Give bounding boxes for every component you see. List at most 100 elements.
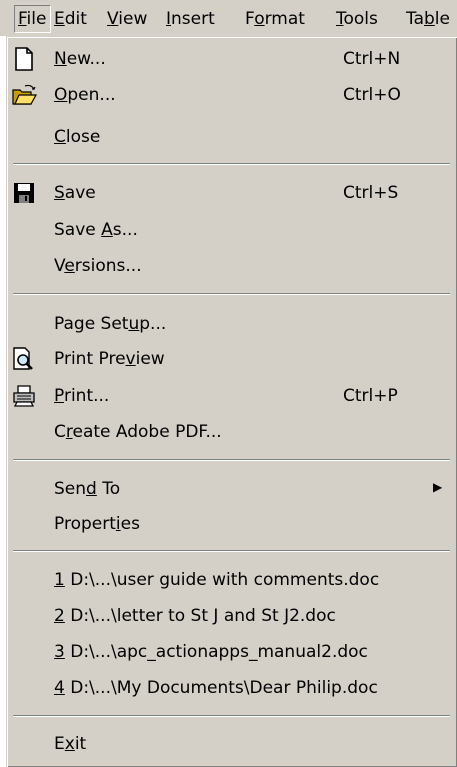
submenu-arrow-icon: ▶	[433, 480, 443, 494]
menu-separator	[13, 459, 450, 461]
floppy-disk-icon	[14, 183, 34, 203]
menu-mnemonic: E	[54, 9, 65, 29]
menu-item-save-as[interactable]: Save As...	[7, 213, 452, 247]
label-post: To	[96, 479, 121, 499]
label-mnemonic: u	[128, 314, 140, 334]
label-post: ave	[64, 183, 96, 203]
menu-format[interactable]: Format	[245, 9, 305, 29]
menu-mnemonic: b	[424, 9, 435, 29]
menu-item-versions[interactable]: Versions...	[7, 249, 452, 283]
menu-label-post: rmat	[264, 9, 305, 29]
new-document-icon	[15, 47, 33, 71]
label-mnemonic: C	[54, 127, 66, 147]
menu-item-label: 1 D:\...\user guide with comments.doc	[54, 570, 379, 590]
label-mnemonic: P	[54, 386, 64, 406]
label-post: D:\...\letter to St J and St J2.doc	[64, 606, 336, 626]
label-mnemonic: e	[64, 256, 75, 276]
menu-item-new[interactable]: New... Ctrl+N	[7, 42, 452, 76]
menu-separator	[13, 293, 450, 295]
menu-label-post: nsert	[171, 9, 215, 29]
label-mnemonic: x	[64, 734, 75, 754]
menu-item-open[interactable]: Open... Ctrl+O	[7, 78, 452, 112]
label-pre: V	[54, 256, 65, 276]
label-post: it	[74, 734, 87, 754]
label-mnemonic: r	[65, 422, 73, 442]
label-pre: Page Set	[54, 314, 129, 334]
label-post: pen...	[67, 85, 116, 105]
menu-item-label: 4 D:\...\My Documents\Dear Philip.doc	[54, 678, 378, 698]
menu-item-create-adobe-pdf[interactable]: Create Adobe PDF...	[7, 415, 452, 449]
menu-tools[interactable]: Tools	[336, 9, 378, 29]
label-post: s...	[112, 220, 138, 240]
label-mnemonic: 3	[54, 642, 65, 662]
menu-item-label: Print Preview	[54, 349, 165, 369]
menu-item-label: Create Adobe PDF...	[54, 422, 222, 442]
menu-insert[interactable]: Insert	[166, 9, 215, 29]
menu-item-send-to[interactable]: Send To ▶	[7, 472, 452, 506]
recent-file-4[interactable]: 4 D:\...\My Documents\Dear Philip.doc	[7, 671, 452, 705]
menu-mnemonic: F	[18, 9, 27, 29]
menu-item-label: Close	[54, 127, 100, 147]
open-folder-icon	[12, 84, 37, 105]
recent-file-2[interactable]: 2 D:\...\letter to St J and St J2.doc	[7, 599, 452, 633]
menu-item-label: Exit	[54, 734, 86, 754]
label-mnemonic: 4	[54, 678, 65, 698]
menu-mnemonic: T	[336, 9, 344, 29]
label-post: D:\...\apc_actionapps_manual2.doc	[64, 642, 368, 662]
label-post: eate Adobe PDF...	[72, 422, 222, 442]
menu-item-save[interactable]: Save Ctrl+S	[7, 176, 452, 210]
label-post: es	[120, 514, 140, 534]
shortcut-label: Ctrl+O	[343, 85, 401, 105]
shortcut-label: Ctrl+N	[343, 49, 401, 69]
label-pre: E	[54, 734, 65, 754]
menu-view[interactable]: View	[107, 9, 147, 29]
menu-item-close[interactable]: Close	[7, 120, 452, 154]
label-post: D:\...\user guide with comments.doc	[64, 570, 380, 590]
label-pre: Save	[54, 220, 102, 240]
menu-label-post: le	[434, 9, 450, 29]
menu-item-print-preview[interactable]: Print Preview	[7, 342, 452, 376]
menu-separator	[13, 550, 450, 552]
menu-item-label: Send To	[54, 479, 120, 499]
label-post: rint...	[63, 386, 110, 406]
menu-item-label: Save As...	[54, 220, 138, 240]
label-mnemonic: N	[54, 49, 67, 69]
menu-item-label: Save	[54, 183, 96, 203]
print-preview-icon	[13, 347, 33, 370]
shortcut-label: Ctrl+S	[343, 183, 399, 203]
label-mnemonic: v	[125, 349, 136, 369]
menu-edit[interactable]: Edit	[54, 9, 87, 29]
label-post: ew...	[66, 49, 106, 69]
recent-file-1[interactable]: 1 D:\...\user guide with comments.doc	[7, 563, 452, 597]
label-pre: C	[54, 422, 66, 442]
menu-separator	[13, 715, 450, 717]
menu-table[interactable]: Table	[406, 9, 450, 29]
label-post: rsions...	[74, 256, 142, 276]
label-pre: Sen	[54, 479, 87, 499]
menu-label-post: iew	[118, 9, 148, 29]
shortcut-label: Ctrl+P	[343, 386, 398, 406]
menu-label-post: ools	[343, 9, 378, 29]
label-mnemonic: S	[54, 183, 65, 203]
label-post: iew	[135, 349, 165, 369]
file-menu-dropdown: New... Ctrl+N Open... Ctrl+O Close Save …	[6, 36, 457, 767]
label-mnemonic: 1	[54, 570, 65, 590]
menu-label-post: dit	[64, 9, 87, 29]
menu-item-print[interactable]: Print... Ctrl+P	[7, 379, 452, 413]
menu-item-properties[interactable]: Properties	[7, 507, 452, 541]
menu-item-label: Versions...	[54, 256, 142, 276]
menu-item-label: New...	[54, 49, 106, 69]
menu-separator	[13, 163, 450, 165]
menu-item-exit[interactable]: Exit	[7, 727, 452, 761]
menu-file[interactable]: File	[14, 5, 52, 33]
label-post: lose	[65, 127, 101, 147]
label-mnemonic: 2	[54, 606, 65, 626]
menu-item-label: 2 D:\...\letter to St J and St J2.doc	[54, 606, 336, 626]
menu-item-page-setup[interactable]: Page Setup...	[7, 307, 452, 341]
label-pre: Print Pre	[54, 349, 126, 369]
menu-item-label: 3 D:\...\apc_actionapps_manual2.doc	[54, 642, 368, 662]
label-post: D:\...\My Documents\Dear Philip.doc	[64, 678, 378, 698]
label-mnemonic: A	[101, 220, 113, 240]
recent-file-3[interactable]: 3 D:\...\apc_actionapps_manual2.doc	[7, 635, 452, 669]
menu-item-label: Page Setup...	[54, 314, 166, 334]
